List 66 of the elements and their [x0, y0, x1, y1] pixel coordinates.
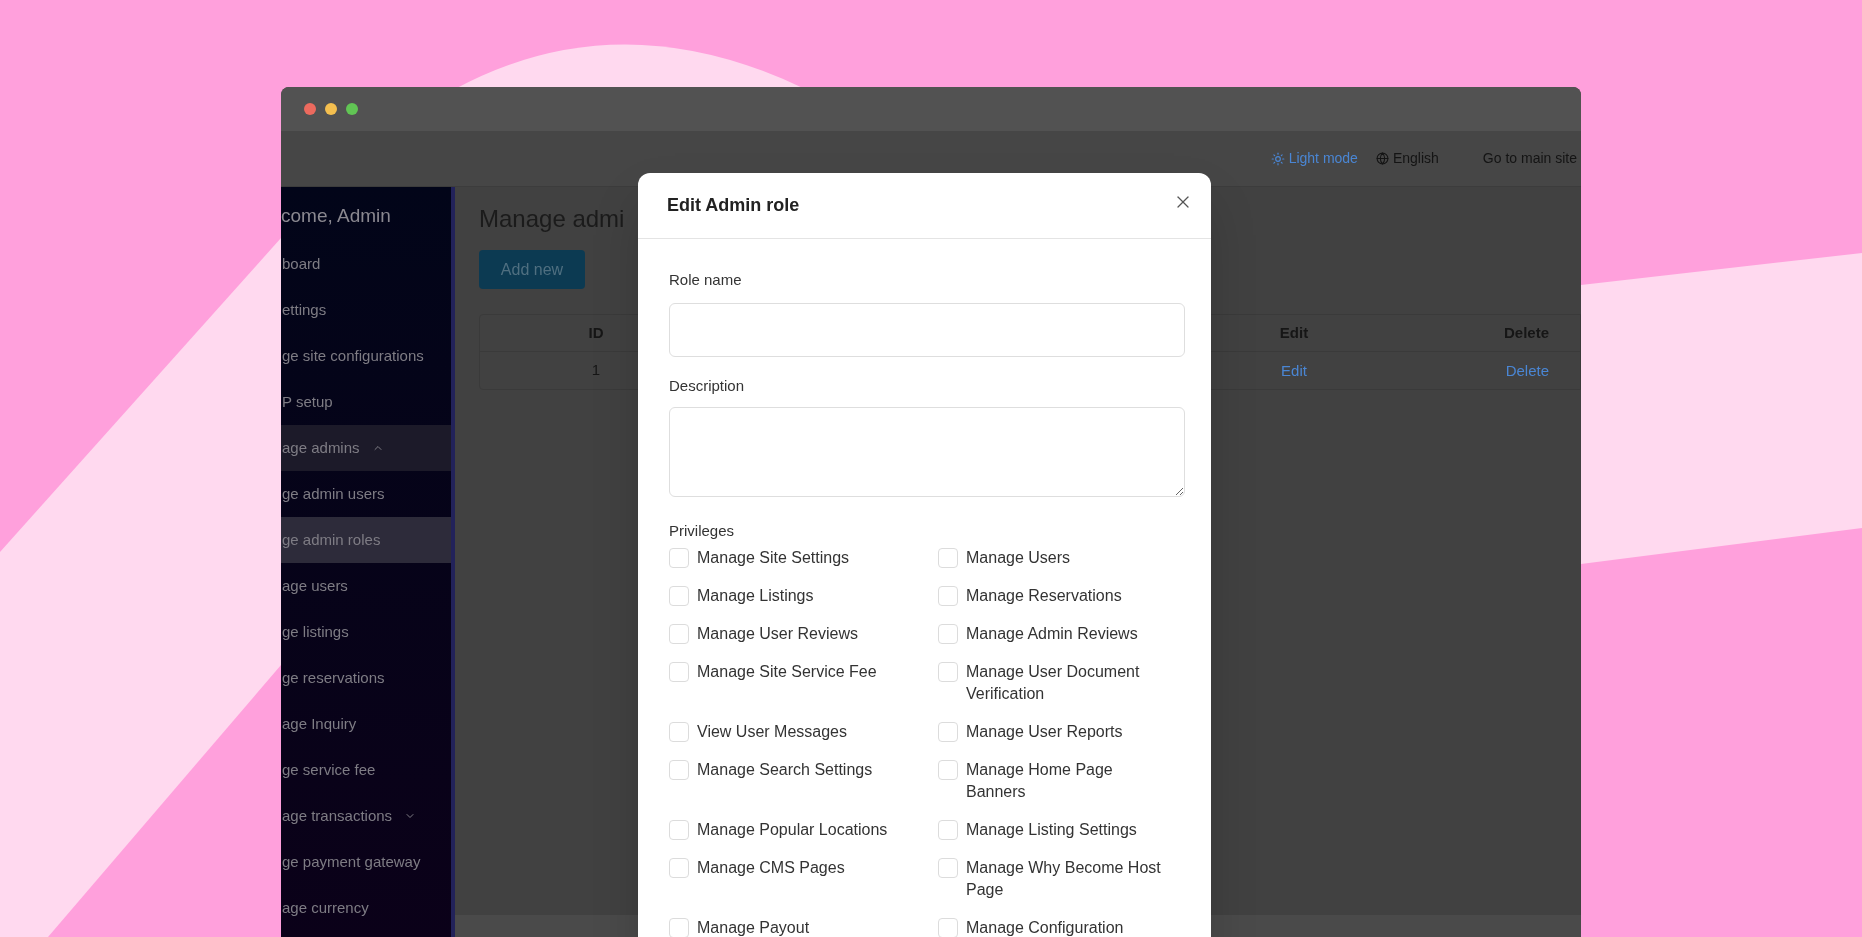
sidebar-item[interactable]: board — [281, 241, 451, 287]
checkbox[interactable] — [938, 662, 958, 682]
light-mode-toggle[interactable]: Light mode — [1270, 148, 1358, 169]
sidebar-item[interactable]: ge admin users — [281, 471, 451, 517]
privilege-label: Manage Users — [966, 548, 1071, 568]
sun-icon — [1270, 151, 1285, 166]
privileges-label: Privileges — [669, 521, 736, 541]
privilege-label: Manage User Document Verification — [966, 662, 1141, 704]
privilege-label: Manage Site Settings — [697, 548, 850, 568]
welcome-text: come, Admin — [281, 204, 392, 228]
privilege-label: Manage Popular Locations — [697, 820, 888, 840]
maximize-window-icon[interactable] — [346, 103, 358, 115]
sidebar-item[interactable]: ge site configurations — [281, 333, 451, 379]
privilege-label: View User Messages — [697, 722, 847, 742]
checkbox[interactable] — [669, 760, 689, 780]
checkbox[interactable] — [938, 918, 958, 937]
privilege-label: Manage User Reviews — [697, 624, 858, 644]
sidebar-item[interactable]: P setup — [281, 379, 451, 425]
edit-link[interactable]: Edit — [1281, 361, 1307, 379]
privilege-label: Manage Search Settings — [697, 760, 873, 780]
description-field[interactable] — [669, 407, 1185, 497]
checkbox[interactable] — [938, 820, 958, 840]
checkbox[interactable] — [938, 858, 958, 878]
checkbox[interactable] — [938, 586, 958, 606]
checkbox[interactable] — [938, 624, 958, 644]
delete-link[interactable]: Delete — [1505, 361, 1549, 379]
privilege-label: Manage CMS Pages — [697, 858, 845, 878]
sidebar-item[interactable]: ettings — [281, 287, 451, 333]
field-label: Role name — [669, 270, 743, 290]
privilege-label: Manage Payout — [697, 918, 810, 937]
checkbox[interactable] — [669, 858, 689, 878]
checkbox[interactable] — [669, 624, 689, 644]
sidebar-item[interactable]: age currency — [281, 885, 451, 931]
checkbox[interactable] — [669, 586, 689, 606]
field-label: Description — [669, 376, 746, 396]
sidebar-item[interactable]: ge payment gateway — [281, 839, 451, 885]
sidebar-item[interactable]: age admins — [281, 425, 451, 471]
minimize-window-icon[interactable] — [325, 103, 337, 115]
checkbox[interactable] — [669, 820, 689, 840]
checkbox[interactable] — [669, 548, 689, 568]
sidebar-item[interactable]: age Inquiry — [281, 701, 451, 747]
privilege-label: Manage User Reports — [966, 722, 1123, 742]
privilege-label: Manage Home Page Banners — [966, 760, 1114, 802]
globe-icon — [1375, 152, 1389, 165]
sidebar-item[interactable]: age transactions — [281, 793, 451, 839]
sidebar-item[interactable]: ge reservations — [281, 655, 451, 701]
close-window-icon[interactable] — [304, 103, 316, 115]
checkbox[interactable] — [669, 662, 689, 682]
checkbox[interactable] — [669, 918, 689, 937]
role-name-field[interactable] — [669, 303, 1185, 357]
checkbox[interactable] — [938, 722, 958, 742]
privilege-label: Manage Why Become Host Page — [966, 858, 1162, 900]
checkbox[interactable] — [938, 760, 958, 780]
dialog-title: Edit Admin role — [667, 194, 800, 217]
checkbox[interactable] — [669, 722, 689, 742]
sidebar-item[interactable]: ge service fee — [281, 747, 451, 793]
privilege-label: Manage Site Service Fee — [697, 662, 877, 682]
privilege-label: Manage Reservations — [966, 586, 1122, 606]
checkbox[interactable] — [938, 548, 958, 568]
sidebar-item[interactable]: age users — [281, 563, 451, 609]
sidebar-item[interactable]: ge listings — [281, 609, 451, 655]
privilege-label: Manage Admin Reviews — [966, 624, 1138, 644]
privilege-label: Manage Listings — [697, 586, 814, 606]
privilege-label: Manage Configuration — [966, 918, 1124, 937]
sidebar-item[interactable]: ge admin roles — [281, 517, 451, 563]
privilege-label: Manage Listing Settings — [966, 820, 1137, 840]
